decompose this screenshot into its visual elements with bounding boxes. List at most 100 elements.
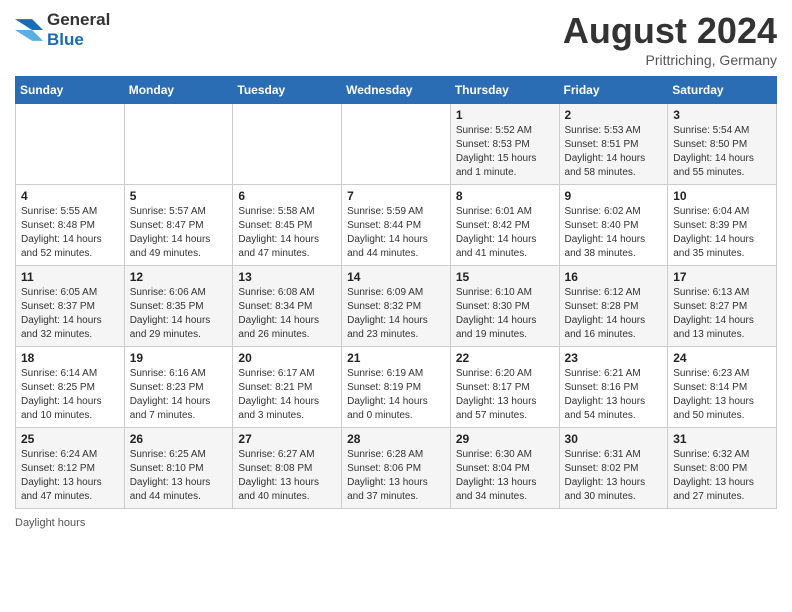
- day-info: Sunrise: 6:05 AM Sunset: 8:37 PM Dayligh…: [21, 286, 119, 342]
- day-info: Sunrise: 6:09 AM Sunset: 8:32 PM Dayligh…: [347, 286, 445, 342]
- weekday-header-row: SundayMondayTuesdayWednesdayThursdayFrid…: [16, 77, 777, 104]
- day-number: 7: [347, 189, 445, 203]
- calendar-cell: 5Sunrise: 5:57 AM Sunset: 8:47 PM Daylig…: [124, 185, 233, 266]
- calendar-cell: 27Sunrise: 6:27 AM Sunset: 8:08 PM Dayli…: [233, 428, 342, 509]
- day-number: 6: [238, 189, 336, 203]
- day-number: 25: [21, 432, 119, 446]
- calendar-cell: 17 Sunrise: 6:13 AM Sunset: 8:27 PM Dayli…: [668, 266, 777, 347]
- weekday-header-monday: Monday: [124, 77, 233, 104]
- day-info: Sunrise: 5:57 AM Sunset: 8:47 PM Dayligh…: [130, 205, 228, 261]
- day-info: Sunrise: 6:24 AM Sunset: 8:12 PM Dayligh…: [21, 448, 119, 504]
- title-block: August 2024 Prittriching, Germany: [563, 10, 777, 68]
- calendar-week-3: 11 Sunrise: 6:05 AM Sunset: 8:37 PM Dayli…: [16, 266, 777, 347]
- day-number: 22: [456, 351, 554, 365]
- day-info: Sunrise: 6:23 AM Sunset: 8:14 PM Dayligh…: [673, 367, 771, 423]
- calendar-cell: 3Sunrise: 5:54 AM Sunset: 8:50 PM Daylig…: [668, 104, 777, 185]
- day-info: Sunrise: 6:25 AM Sunset: 8:10 PM Dayligh…: [130, 448, 228, 504]
- day-info: Sunrise: 6:21 AM Sunset: 8:16 PM Dayligh…: [565, 367, 663, 423]
- logo-blue: Blue: [47, 30, 84, 49]
- calendar-cell: 18Sunrise: 6:14 AM Sunset: 8:25 PM Dayli…: [16, 347, 125, 428]
- day-number: 30: [565, 432, 663, 446]
- calendar-cell: 19 Sunrise: 6:16 AM Sunset: 8:23 PM Dayli…: [124, 347, 233, 428]
- calendar-cell: 12 Sunrise: 6:06 AM Sunset: 8:35 PM Dayli…: [124, 266, 233, 347]
- day-info: Sunrise: 6:28 AM Sunset: 8:06 PM Dayligh…: [347, 448, 445, 504]
- day-info: Sunrise: 6:06 AM Sunset: 8:35 PM Dayligh…: [130, 286, 228, 342]
- calendar-cell: 16 Sunrise: 6:12 AM Sunset: 8:28 PM Dayli…: [559, 266, 668, 347]
- calendar-cell: [342, 104, 451, 185]
- weekday-header-saturday: Saturday: [668, 77, 777, 104]
- day-info: Sunrise: 6:32 AM Sunset: 8:00 PM Dayligh…: [673, 448, 771, 504]
- day-number: 12: [130, 270, 228, 284]
- day-number: 23: [565, 351, 663, 365]
- day-number: 29: [456, 432, 554, 446]
- calendar-cell: [233, 104, 342, 185]
- calendar-cell: 29 Sunrise: 6:30 AM Sunset: 8:04 PM Dayli…: [450, 428, 559, 509]
- page-header: General Blue August 2024 Prittriching, G…: [15, 10, 777, 68]
- day-info: Sunrise: 5:52 AM Sunset: 8:53 PM Dayligh…: [456, 124, 554, 180]
- logo-icon: [15, 19, 43, 41]
- calendar-cell: 26 Sunrise: 6:25 AM Sunset: 8:10 PM Dayli…: [124, 428, 233, 509]
- day-number: 26: [130, 432, 228, 446]
- day-number: 19: [130, 351, 228, 365]
- logo-text: General Blue: [47, 10, 110, 50]
- calendar-week-1: 1Sunrise: 5:52 AM Sunset: 8:53 PM Daylig…: [16, 104, 777, 185]
- day-number: 15: [456, 270, 554, 284]
- day-number: 13: [238, 270, 336, 284]
- day-info: Sunrise: 6:31 AM Sunset: 8:02 PM Dayligh…: [565, 448, 663, 504]
- calendar-cell: 13Sunrise: 6:08 AM Sunset: 8:34 PM Dayli…: [233, 266, 342, 347]
- day-number: 3: [673, 108, 771, 122]
- day-number: 21: [347, 351, 445, 365]
- calendar-cell: 24 Sunrise: 6:23 AM Sunset: 8:14 PM Dayli…: [668, 347, 777, 428]
- calendar-cell: 4Sunrise: 5:55 AM Sunset: 8:48 PM Daylig…: [16, 185, 125, 266]
- day-number: 8: [456, 189, 554, 203]
- day-number: 4: [21, 189, 119, 203]
- calendar-cell: 6 Sunrise: 5:58 AM Sunset: 8:45 PM Daylig…: [233, 185, 342, 266]
- day-info: Sunrise: 6:14 AM Sunset: 8:25 PM Dayligh…: [21, 367, 119, 423]
- weekday-header-sunday: Sunday: [16, 77, 125, 104]
- day-info: Sunrise: 6:16 AM Sunset: 8:23 PM Dayligh…: [130, 367, 228, 423]
- calendar-cell: 20 Sunrise: 6:17 AM Sunset: 8:21 PM Dayli…: [233, 347, 342, 428]
- day-info: Sunrise: 6:13 AM Sunset: 8:27 PM Dayligh…: [673, 286, 771, 342]
- calendar-cell: 23 Sunrise: 6:21 AM Sunset: 8:16 PM Dayli…: [559, 347, 668, 428]
- calendar-cell: 2Sunrise: 5:53 AM Sunset: 8:51 PM Daylig…: [559, 104, 668, 185]
- day-number: 24: [673, 351, 771, 365]
- day-info: Sunrise: 6:30 AM Sunset: 8:04 PM Dayligh…: [456, 448, 554, 504]
- calendar-cell: 28Sunrise: 6:28 AM Sunset: 8:06 PM Dayli…: [342, 428, 451, 509]
- day-number: 31: [673, 432, 771, 446]
- calendar-cell: 30 Sunrise: 6:31 AM Sunset: 8:02 PM Dayli…: [559, 428, 668, 509]
- calendar-cell: 22Sunrise: 6:20 AM Sunset: 8:17 PM Dayli…: [450, 347, 559, 428]
- footer: Daylight hours: [15, 517, 777, 529]
- month-year: August 2024: [563, 10, 777, 52]
- calendar-cell: 8 Sunrise: 6:01 AM Sunset: 8:42 PM Daylig…: [450, 185, 559, 266]
- day-number: 11: [21, 270, 119, 284]
- calendar-table: SundayMondayTuesdayWednesdayThursdayFrid…: [15, 76, 777, 509]
- day-number: 20: [238, 351, 336, 365]
- footer-label: Daylight hours: [15, 517, 85, 529]
- calendar-cell: [124, 104, 233, 185]
- day-number: 2: [565, 108, 663, 122]
- calendar-cell: 21 Sunrise: 6:19 AM Sunset: 8:19 PM Dayli…: [342, 347, 451, 428]
- day-info: Sunrise: 6:10 AM Sunset: 8:30 PM Dayligh…: [456, 286, 554, 342]
- calendar-cell: [16, 104, 125, 185]
- day-info: Sunrise: 6:17 AM Sunset: 8:21 PM Dayligh…: [238, 367, 336, 423]
- calendar-cell: 10Sunrise: 6:04 AM Sunset: 8:39 PM Dayli…: [668, 185, 777, 266]
- calendar-week-5: 25 Sunrise: 6:24 AM Sunset: 8:12 PM Dayli…: [16, 428, 777, 509]
- weekday-header-thursday: Thursday: [450, 77, 559, 104]
- day-number: 17: [673, 270, 771, 284]
- day-number: 16: [565, 270, 663, 284]
- day-info: Sunrise: 6:12 AM Sunset: 8:28 PM Dayligh…: [565, 286, 663, 342]
- weekday-header-wednesday: Wednesday: [342, 77, 451, 104]
- calendar-cell: 1Sunrise: 5:52 AM Sunset: 8:53 PM Daylig…: [450, 104, 559, 185]
- day-info: Sunrise: 6:01 AM Sunset: 8:42 PM Dayligh…: [456, 205, 554, 261]
- day-number: 27: [238, 432, 336, 446]
- day-info: Sunrise: 6:19 AM Sunset: 8:19 PM Dayligh…: [347, 367, 445, 423]
- day-info: Sunrise: 5:58 AM Sunset: 8:45 PM Dayligh…: [238, 205, 336, 261]
- calendar-cell: 15 Sunrise: 6:10 AM Sunset: 8:30 PM Dayli…: [450, 266, 559, 347]
- calendar-week-4: 18Sunrise: 6:14 AM Sunset: 8:25 PM Dayli…: [16, 347, 777, 428]
- calendar-body: 1Sunrise: 5:52 AM Sunset: 8:53 PM Daylig…: [16, 104, 777, 509]
- day-number: 14: [347, 270, 445, 284]
- logo: General Blue: [15, 10, 110, 50]
- location: Prittriching, Germany: [563, 52, 777, 68]
- day-number: 9: [565, 189, 663, 203]
- calendar-cell: 9Sunrise: 6:02 AM Sunset: 8:40 PM Daylig…: [559, 185, 668, 266]
